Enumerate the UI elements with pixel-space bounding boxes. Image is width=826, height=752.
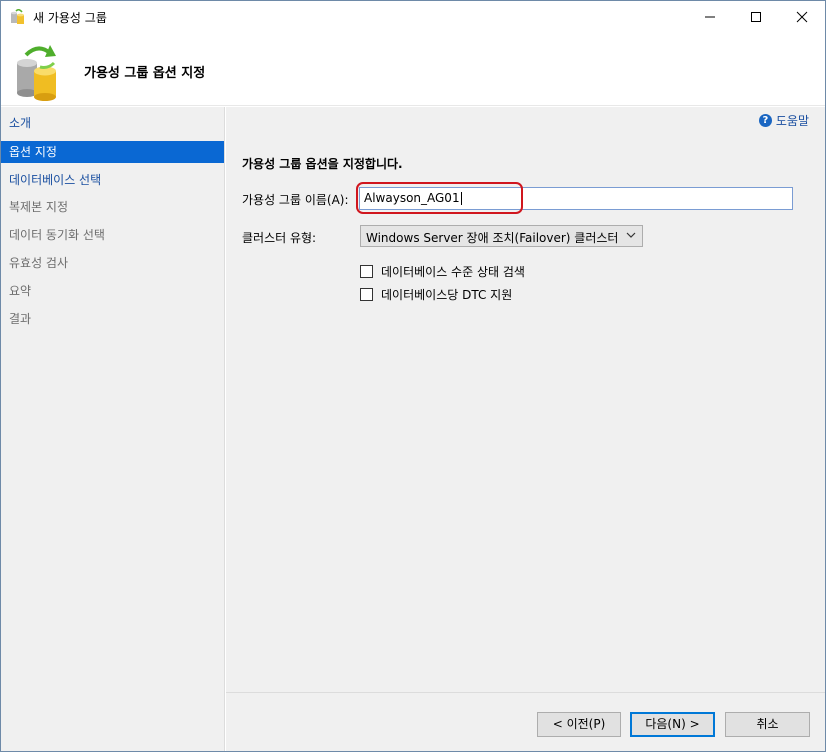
cluster-type-value: Windows Server 장애 조치(Failover) 클러스터 [366, 231, 619, 245]
ag-name-label: 가용성 그룹 이름(A): [242, 193, 349, 207]
nav-item-select-databases[interactable]: 데이터베이스 선택 [1, 169, 224, 191]
next-button[interactable]: 다음(N) > [630, 712, 715, 737]
help-label: 도움말 [775, 114, 809, 128]
maximize-button[interactable] [733, 1, 779, 33]
db-health-detection-checkbox[interactable] [360, 265, 373, 278]
db-health-detection-label: 데이터베이스 수준 상태 검색 [381, 265, 525, 279]
title-bar: 새 가용성 그룹 [1, 1, 825, 33]
nav-item-results: 결과 [9, 312, 32, 326]
nav-item-data-sync: 데이터 동기화 선택 [9, 228, 105, 242]
nav-item-summary: 요약 [9, 284, 32, 298]
per-db-dtc-option[interactable]: 데이터베이스당 DTC 지원 [360, 286, 512, 303]
database-sync-icon [14, 41, 62, 101]
cluster-type-label: 클러스터 유형: [242, 231, 317, 245]
db-health-detection-option[interactable]: 데이터베이스 수준 상태 검색 [360, 263, 525, 280]
close-button[interactable] [779, 1, 825, 33]
content-panel: ? 도움말 가용성 그룹 옵션을 지정합니다. 가용성 그룹 이름(A): Al… [226, 107, 825, 692]
nav-item-specify-options[interactable]: 옵션 지정 [1, 141, 224, 163]
previous-button[interactable]: < 이전(P) [537, 712, 621, 737]
nav-item-specify-replicas: 복제본 지정 [9, 200, 69, 214]
minimize-icon [705, 16, 715, 18]
nav-item-introduction[interactable]: 소개 [1, 112, 224, 134]
per-db-dtc-label: 데이터베이스당 DTC 지원 [381, 288, 513, 302]
close-icon [796, 11, 808, 23]
wizard-window: 새 가용성 그룹 가용성 그룹 옵션 지정 소개 옵션 지정 데이터베이스 선택… [0, 0, 826, 752]
highlight-annotation [356, 182, 523, 214]
help-link[interactable]: ? 도움말 [758, 112, 809, 129]
cancel-button[interactable]: 취소 [725, 712, 810, 737]
minimize-button[interactable] [687, 1, 733, 33]
nav-item-validation: 유효성 검사 [9, 256, 69, 270]
wizard-banner: 가용성 그룹 옵션 지정 [1, 33, 825, 106]
database-icon [10, 8, 26, 25]
chevron-down-icon [626, 229, 636, 243]
wizard-nav: 소개 옵션 지정 데이터베이스 선택 복제본 지정 데이터 동기화 선택 유효성… [1, 107, 225, 751]
maximize-icon [751, 12, 761, 22]
help-icon: ? [758, 114, 772, 127]
wizard-footer: < 이전(P) 다음(N) > 취소 [226, 692, 825, 751]
page-title: 가용성 그룹 옵션 지정 [84, 66, 206, 81]
cluster-type-select[interactable]: Windows Server 장애 조치(Failover) 클러스터 [360, 225, 643, 247]
section-title: 가용성 그룹 옵션을 지정합니다. [242, 157, 403, 171]
window-title: 새 가용성 그룹 [33, 11, 107, 25]
per-db-dtc-checkbox[interactable] [360, 288, 373, 301]
